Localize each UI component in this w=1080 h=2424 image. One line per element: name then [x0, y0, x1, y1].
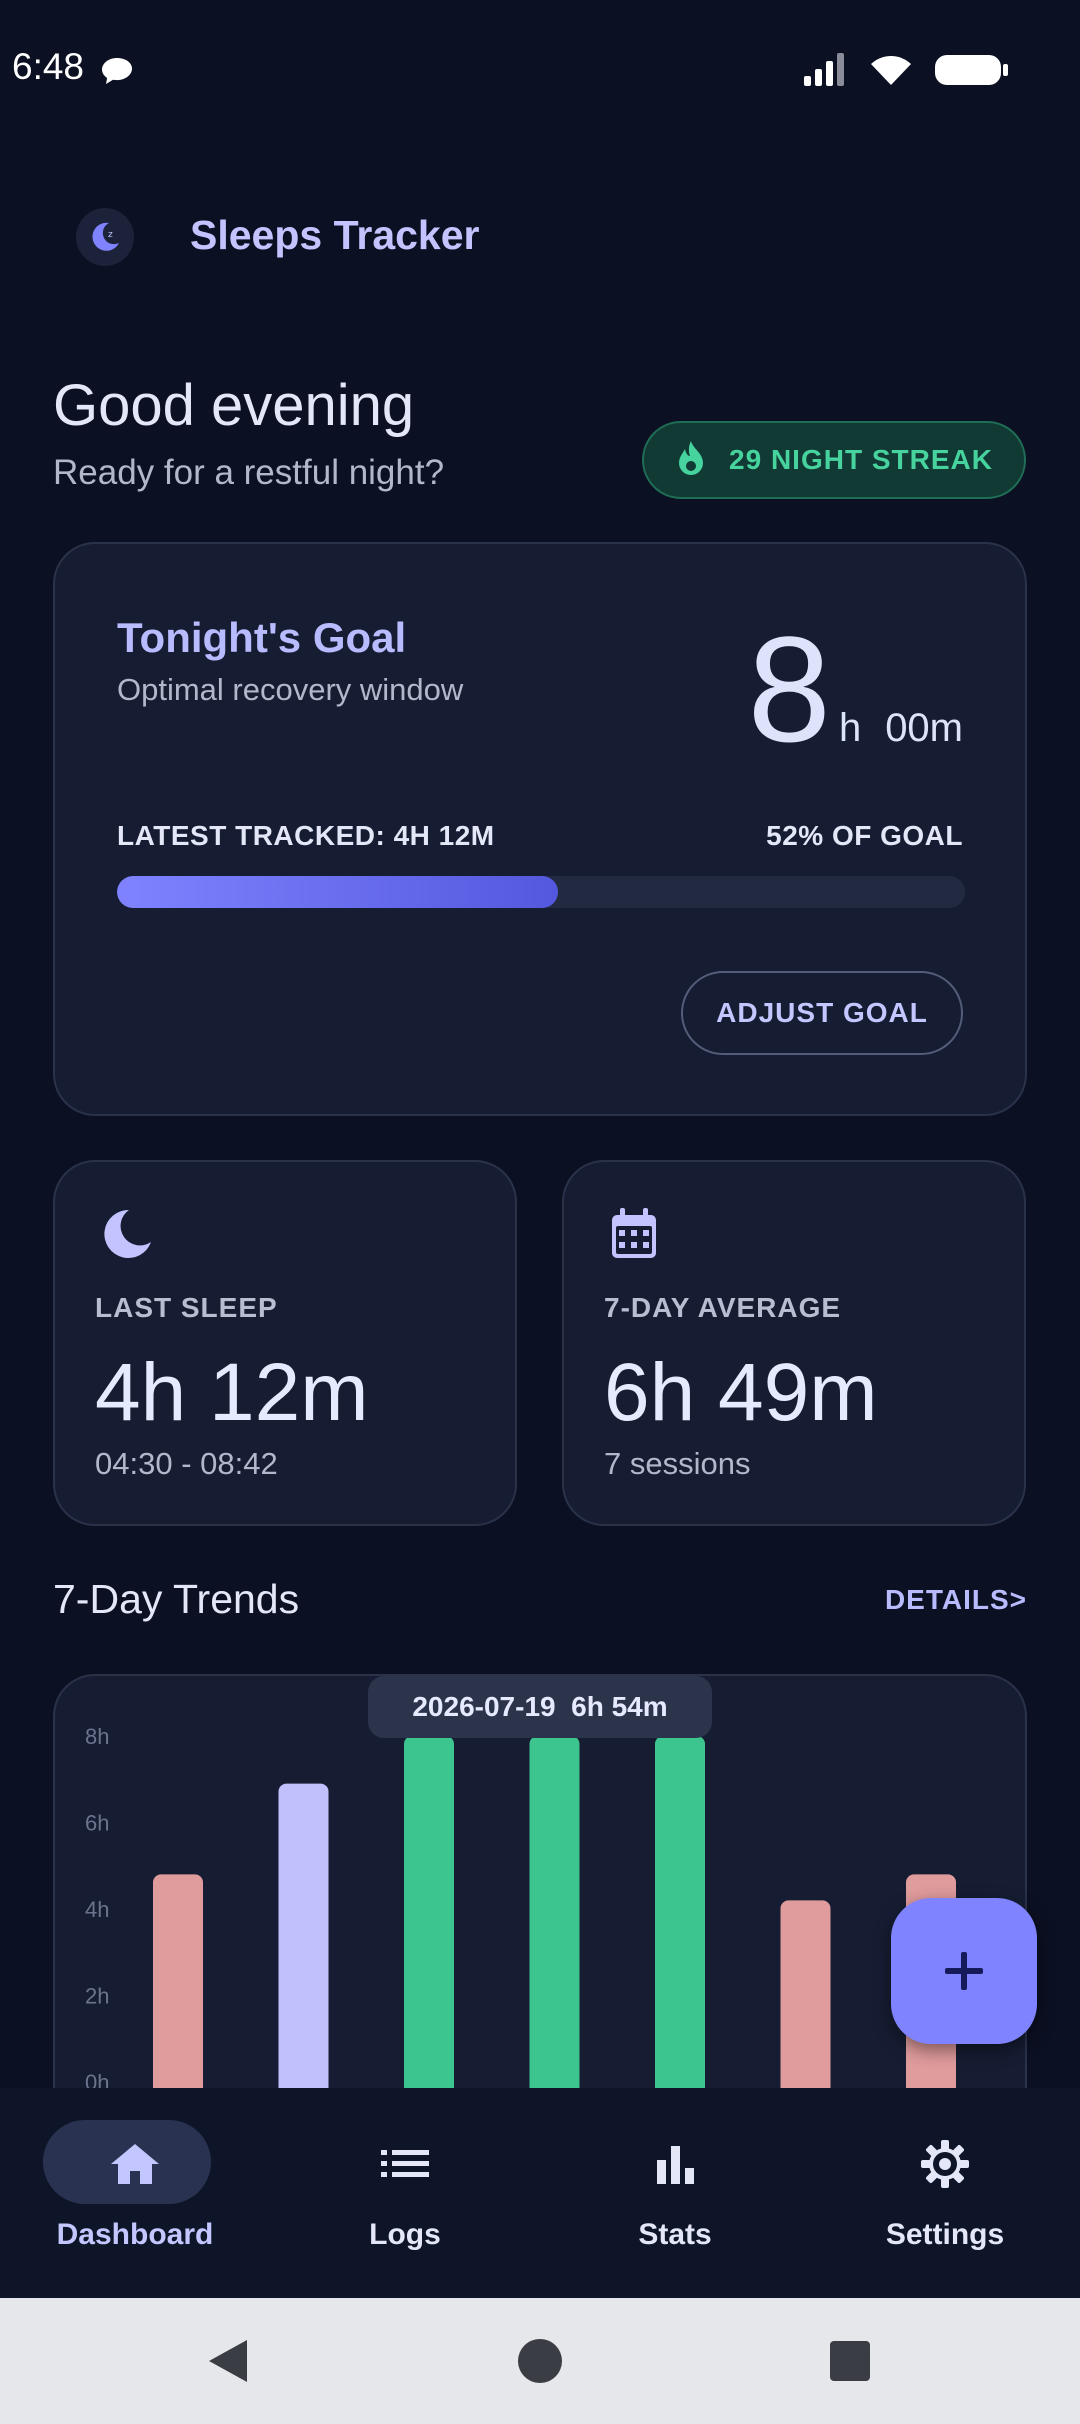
- trends-title: 7-Day Trends: [53, 1576, 300, 1622]
- home-button-icon[interactable]: [516, 2336, 564, 2391]
- details-link[interactable]: DETAILS>: [885, 1584, 1027, 1616]
- recents-icon[interactable]: [828, 2336, 872, 2391]
- flame-icon: [675, 439, 707, 482]
- greeting-title: Good evening: [53, 373, 415, 438]
- goal-minutes: 00m: [885, 706, 963, 750]
- nav-stats[interactable]: Stats: [540, 2088, 810, 2298]
- status-icons: [802, 52, 1010, 93]
- battery-icon: [934, 52, 1010, 93]
- goal-title: Tonight's Goal: [117, 614, 407, 661]
- app-bar: z Sleeps Tracker: [0, 190, 1080, 280]
- latest-tracked-label: LATEST TRACKED: 4H 12M: [117, 820, 495, 851]
- add-sleep-button[interactable]: [891, 1898, 1037, 2044]
- app-title: Sleeps Tracker: [190, 212, 480, 258]
- y-tick-label: 6h: [85, 1811, 109, 1836]
- greeting: Good evening Ready for a restful night?: [53, 372, 444, 493]
- streak-badge: 29 NIGHT STREAK: [642, 421, 1026, 499]
- average-sessions: 7 sessions: [604, 1446, 751, 1481]
- average-value: 6h 49m: [604, 1347, 878, 1438]
- goal-percent-label: 52% OF GOAL: [766, 820, 963, 851]
- goal-hours-unit: h: [838, 706, 862, 750]
- last-sleep-card[interactable]: LAST SLEEP 4h 12m 04:30 - 08:42: [53, 1160, 517, 1526]
- goal-progress-bar: [117, 876, 965, 908]
- nav-logs-label: Logs: [369, 2218, 441, 2251]
- chart-bar[interactable]: [153, 1874, 203, 2094]
- goal-hours: 8: [747, 605, 831, 773]
- nav-logs[interactable]: Logs: [270, 2088, 540, 2298]
- nav-stats-label: Stats: [638, 2218, 712, 2251]
- adjust-goal-button[interactable]: ADJUST GOAL: [681, 971, 963, 1055]
- chart-bar[interactable]: [404, 1736, 454, 2094]
- nav-settings-label: Settings: [885, 2218, 1005, 2251]
- chart-bar[interactable]: [278, 1783, 329, 2094]
- nav-dashboard-label: Dashboard: [56, 2218, 214, 2251]
- message-notification-icon: [100, 56, 134, 91]
- bar-chart-icon: [649, 2142, 701, 2191]
- moon-logo-icon: z: [76, 208, 134, 266]
- wifi-icon: [868, 52, 914, 93]
- y-tick-label: 8h: [85, 1724, 109, 1749]
- goal-progress-fill: [117, 876, 558, 908]
- y-tick-label: 2h: [85, 1984, 109, 2009]
- average-label: 7-DAY AVERAGE: [604, 1292, 842, 1323]
- nav-settings[interactable]: Settings: [810, 2088, 1080, 2298]
- list-icon: [379, 2142, 431, 2191]
- streak-label: 29 NIGHT STREAK: [729, 444, 993, 475]
- gear-icon: [919, 2140, 971, 2195]
- chart-bar[interactable]: [655, 1736, 705, 2094]
- goal-subtitle: Optimal recovery window: [117, 672, 464, 707]
- bottom-navigation: Dashboard Logs Stats Settings: [0, 2088, 1080, 2298]
- last-sleep-label: LAST SLEEP: [95, 1292, 278, 1323]
- status-bar: 6:48: [0, 0, 1080, 140]
- system-navigation-bar: [0, 2298, 1080, 2424]
- calendar-icon: [608, 1206, 660, 1267]
- app-screen: 6:48 z Sleeps Tracker Good evening Ready…: [0, 0, 1080, 2424]
- greeting-subtitle: Ready for a restful night?: [53, 453, 445, 492]
- y-tick-label: 4h: [85, 1897, 109, 1922]
- chart-bar[interactable]: [780, 1900, 831, 2094]
- moon-icon: [99, 1206, 155, 1267]
- goal-card: Tonight's Goal Optimal recovery window 8…: [53, 542, 1027, 1116]
- average-card[interactable]: 7-DAY AVERAGE 6h 49m 7 sessions: [562, 1160, 1026, 1526]
- plus-icon: [945, 1952, 983, 1990]
- status-time: 6:48: [12, 46, 85, 87]
- home-icon: [109, 2142, 161, 2191]
- nav-dashboard[interactable]: Dashboard: [0, 2088, 270, 2298]
- chart-tooltip: 2026-07-19 6h 54m: [368, 1676, 712, 1738]
- last-sleep-value: 4h 12m: [95, 1347, 369, 1438]
- last-sleep-range: 04:30 - 08:42: [95, 1446, 278, 1481]
- signal-icon: [802, 52, 848, 93]
- goal-duration: 8 h 00m: [748, 614, 964, 764]
- chart-bar[interactable]: [529, 1736, 580, 2094]
- back-icon[interactable]: [205, 2336, 251, 2391]
- svg-text:z: z: [108, 230, 113, 240]
